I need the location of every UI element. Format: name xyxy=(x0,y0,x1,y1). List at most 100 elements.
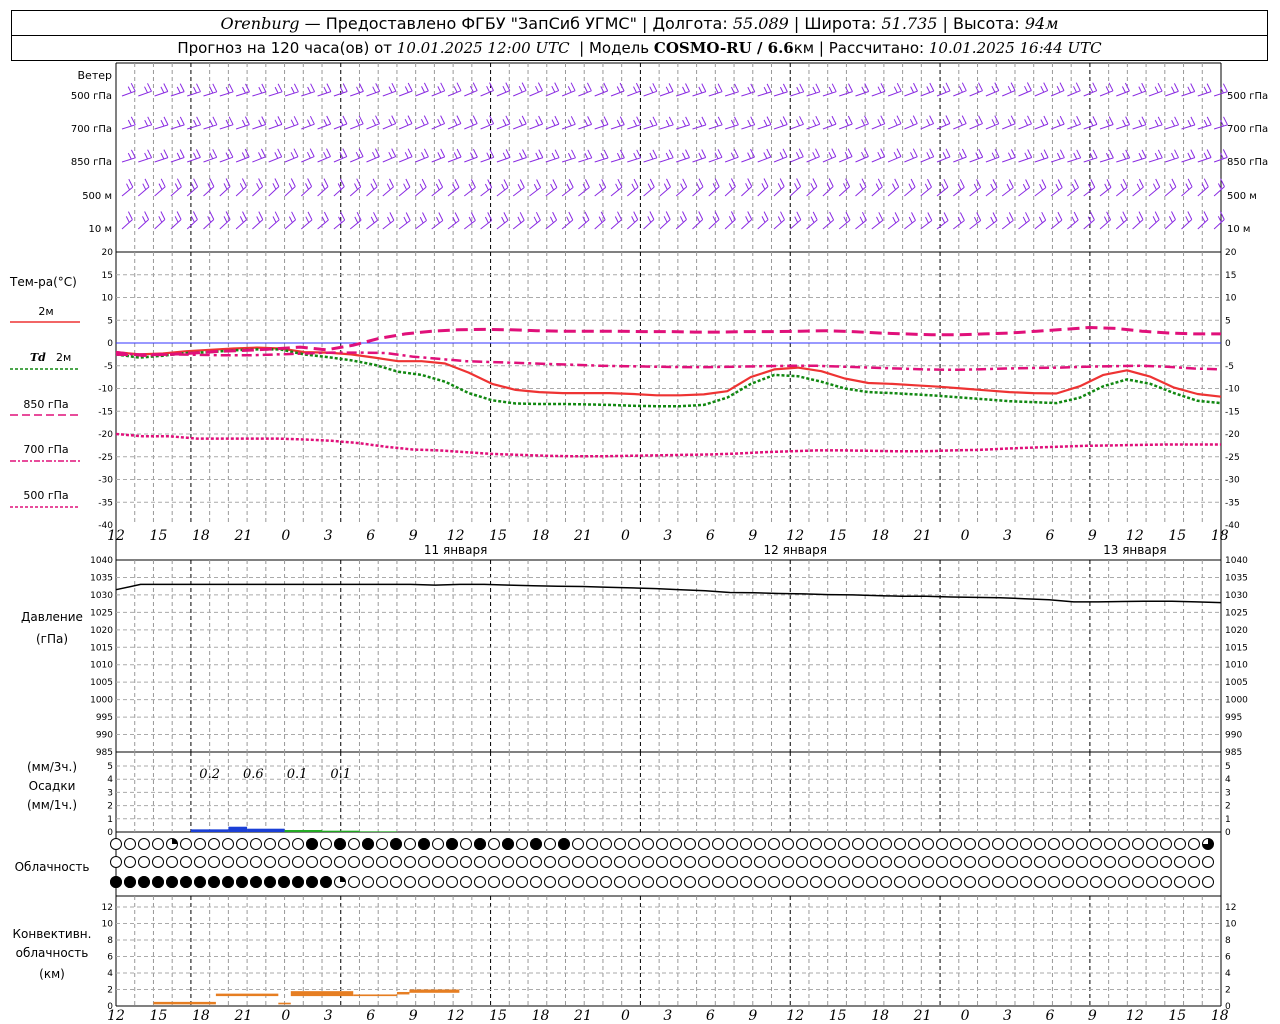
mid-cloud-symbol xyxy=(880,856,892,868)
wind-barb xyxy=(170,83,185,97)
wind-barb xyxy=(121,82,136,97)
wind-barb xyxy=(431,82,446,97)
low-cloud-symbol xyxy=(488,876,500,888)
high-cloud-symbol xyxy=(1076,838,1088,850)
high-cloud-symbol-overcast xyxy=(502,838,514,850)
wind-barb xyxy=(512,212,525,230)
wind-barb xyxy=(724,178,736,197)
precip-3h-unit-label: (мм/3ч.) xyxy=(27,760,77,774)
pressure-tick-left: 1035 xyxy=(90,573,113,583)
wind-barb xyxy=(252,178,264,197)
wind-barb xyxy=(969,148,984,163)
pressure-unit-label: (гПа) xyxy=(36,632,68,646)
pressure-tick-right: 1010 xyxy=(1225,661,1248,671)
wind-barb xyxy=(186,211,198,230)
temperature-tick-left: 20 xyxy=(102,248,114,258)
mid-cloud-symbol xyxy=(502,856,514,868)
wind-barb xyxy=(137,178,150,197)
hour-label-bottom: 12 xyxy=(107,1008,125,1024)
wind-barb xyxy=(806,178,818,197)
temperature-tick-left: -25 xyxy=(98,453,113,463)
pressure-label: Давление xyxy=(21,610,83,624)
high-cloud-symbol xyxy=(880,838,892,850)
wind-barb xyxy=(659,149,674,163)
wind-barb xyxy=(904,212,916,230)
mid-cloud-symbol xyxy=(1160,856,1172,868)
wind-barb xyxy=(284,178,296,197)
wind-barb xyxy=(398,82,413,97)
hour-label-bottom: 0 xyxy=(961,1008,970,1024)
low-cloud-symbol xyxy=(544,876,556,888)
wind-barb xyxy=(513,82,527,97)
wind-barb xyxy=(187,116,202,130)
mid-cloud-symbol xyxy=(950,856,962,868)
wind-barb xyxy=(610,116,625,130)
pressure-tick-left: 1015 xyxy=(90,643,113,653)
low-cloud-symbol xyxy=(712,876,724,888)
hour-label-bottom: 9 xyxy=(1088,1008,1097,1024)
wind-barb xyxy=(838,211,851,230)
mid-cloud-symbol xyxy=(1188,856,1200,868)
wind-barb xyxy=(529,211,541,230)
mid-cloud-symbol xyxy=(782,856,794,868)
mid-cloud-symbol xyxy=(222,856,234,868)
hour-label: 0 xyxy=(621,528,630,544)
mid-cloud-symbol xyxy=(600,856,612,868)
wind-barb xyxy=(936,115,951,130)
convective-unit-label: (км) xyxy=(39,967,65,981)
wind-barb xyxy=(969,115,983,130)
high-cloud-symbol xyxy=(824,838,836,850)
wind-barb xyxy=(1197,178,1209,197)
wind-barb xyxy=(985,212,998,230)
low-cloud-symbol xyxy=(684,876,696,888)
high-cloud-symbol-partial xyxy=(172,838,178,844)
convective-cloud-bar xyxy=(278,1002,291,1005)
mid-cloud-symbol xyxy=(460,856,472,868)
precip-tick-right: 0 xyxy=(1225,828,1231,838)
mid-cloud-symbol xyxy=(320,856,332,868)
wind-barb xyxy=(692,211,704,230)
low-cloud-symbol xyxy=(446,876,458,888)
wind-barb xyxy=(1165,83,1179,97)
high-cloud-symbol xyxy=(348,838,360,850)
wind-barb xyxy=(610,211,622,230)
wind-barb xyxy=(1132,149,1147,163)
hour-label-bottom: 15 xyxy=(150,1008,168,1024)
hour-label: 12 xyxy=(786,528,804,544)
wind-level-label: 850 гПа xyxy=(71,157,112,168)
low-cloud-symbol-overcast xyxy=(222,876,234,888)
high-cloud-symbol xyxy=(404,838,416,850)
temperature-tick-right: -10 xyxy=(1225,385,1240,395)
high-cloud-symbol xyxy=(1104,838,1116,850)
high-cloud-symbol xyxy=(572,838,584,850)
low-cloud-symbol-overcast xyxy=(180,876,192,888)
mid-cloud-symbol xyxy=(1090,856,1102,868)
wind-barb xyxy=(1132,116,1147,130)
mid-cloud-symbol xyxy=(362,856,374,868)
mid-cloud-symbol xyxy=(1020,856,1032,868)
low-cloud-symbol xyxy=(1174,876,1186,888)
high-cloud-symbol xyxy=(810,838,822,850)
high-cloud-symbol xyxy=(768,838,780,850)
hour-label-bottom: 3 xyxy=(324,1008,333,1024)
mid-cloud-symbol xyxy=(656,856,668,868)
pressure-tick-right: 985 xyxy=(1225,748,1242,758)
wind-barb xyxy=(839,83,853,97)
wind-barb xyxy=(969,212,982,230)
wind-barb xyxy=(529,179,542,197)
high-cloud-symbol-overcast xyxy=(306,838,318,850)
hour-label: 6 xyxy=(366,528,375,544)
wind-barb xyxy=(578,82,592,97)
precip-tick-left: 2 xyxy=(107,802,113,812)
date-label: 13 января xyxy=(1103,543,1166,557)
wind-barb xyxy=(904,115,918,130)
high-cloud-symbol xyxy=(110,838,122,850)
mid-cloud-symbol xyxy=(684,856,696,868)
wind-barb xyxy=(513,149,527,163)
low-cloud-symbol xyxy=(642,876,654,888)
wind-barb xyxy=(1115,178,1128,197)
wind-barb xyxy=(757,211,769,230)
mid-cloud-symbol xyxy=(376,856,388,868)
wind-barb xyxy=(382,148,397,163)
wind-barb xyxy=(431,115,446,130)
